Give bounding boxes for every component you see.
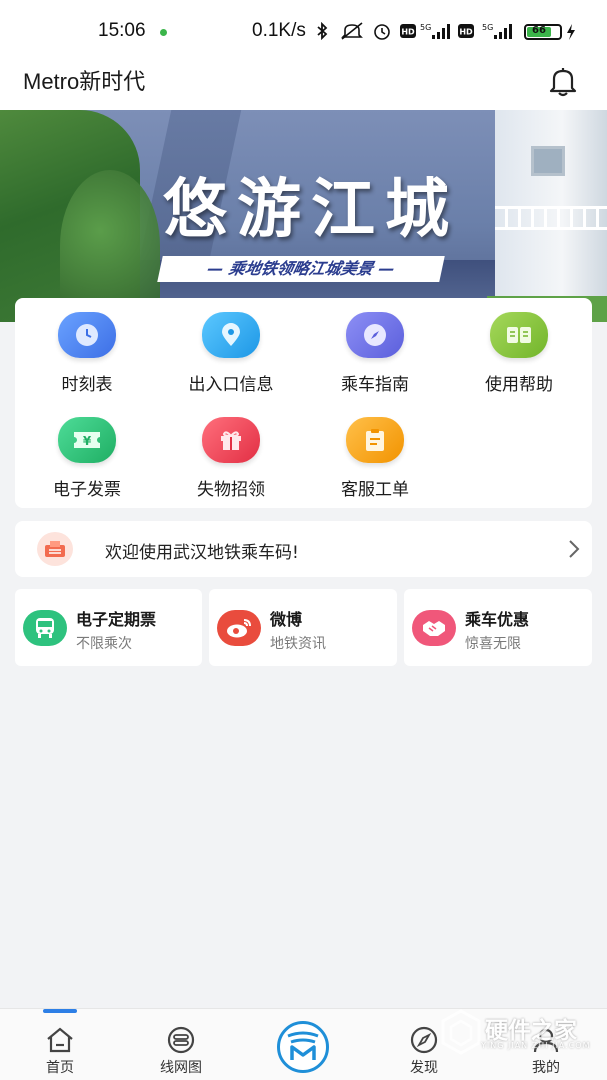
app-header: Metro新时代	[0, 56, 607, 110]
grid-item-ride-guide[interactable]: 乘车指南	[303, 300, 447, 400]
grid-label: 使用帮助	[485, 375, 553, 395]
watermark-text: 硬件之家	[485, 1018, 577, 1044]
hd-icon: HD	[400, 24, 416, 38]
tab-home[interactable]: 首页	[20, 1009, 100, 1080]
grid-item-help[interactable]: 使用帮助	[447, 300, 591, 400]
grid-item-timetable[interactable]: 时刻表	[15, 300, 159, 400]
watermark: 硬件之家 YING JIAN ZHI JIA.COM	[437, 1007, 607, 1057]
home-icon	[43, 1025, 77, 1055]
watermark-subtext: YING JIAN ZHI JIA.COM	[481, 1041, 591, 1050]
status-bar: 15:06 0.1K/s HD 5G HD 5G 66	[0, 0, 607, 56]
battery-level: 66	[532, 25, 546, 36]
svg-text:¥: ¥	[83, 434, 92, 448]
feature-title: 电子定期票	[76, 610, 157, 629]
grid-label: 客服工单	[341, 480, 409, 500]
handshake-icon	[412, 610, 456, 646]
grid-item-e-invoice[interactable]: ¥ 电子发票	[15, 405, 159, 505]
feature-subtitle: 地铁资讯	[270, 636, 326, 652]
feature-subtitle: 惊喜无限	[465, 636, 521, 652]
notification-dot	[160, 29, 167, 36]
tab-label: 发现	[410, 1060, 438, 1076]
app-title: Metro新时代	[23, 69, 146, 94]
metro-logo-icon	[287, 1031, 319, 1060]
hd-icon-2: HD	[458, 24, 474, 38]
metro-logo-button[interactable]	[277, 1021, 329, 1073]
grid-label: 失物招领	[197, 480, 265, 500]
grid-item-service-ticket[interactable]: 客服工单	[303, 405, 447, 505]
clipboard-icon	[346, 417, 404, 463]
alarm-icon	[374, 24, 390, 40]
grid-label: 出入口信息	[188, 375, 274, 395]
grid-label: 乘车指南	[341, 375, 409, 395]
notice-text: 欢迎使用武汉地铁乘车码!	[105, 543, 299, 563]
notice-bar[interactable]: 欢迎使用武汉地铁乘车码!	[15, 521, 592, 577]
mailbox-icon	[37, 532, 73, 566]
svg-text:5G: 5G	[420, 23, 431, 32]
feature-subtitle: 不限乘次	[76, 636, 132, 652]
gift-icon	[202, 417, 260, 463]
tab-label: 我的	[532, 1060, 560, 1076]
charging-icon	[567, 24, 575, 40]
grid-item-entrance-info[interactable]: 出入口信息	[159, 300, 303, 400]
compass-icon	[407, 1025, 441, 1055]
signal-5g-icon: 5G	[420, 23, 450, 39]
watermark-logo-icon	[441, 1009, 481, 1055]
bell-icon[interactable]	[546, 64, 580, 98]
grid-label: 时刻表	[61, 375, 113, 395]
feature-card-discount[interactable]: 乘车优惠 惊喜无限	[404, 589, 592, 666]
bus-icon	[23, 610, 67, 646]
svg-text:HD: HD	[401, 28, 415, 37]
ticket-yen-icon: ¥	[58, 417, 116, 463]
signal-5g-icon-2: 5G	[482, 23, 512, 39]
feature-title: 微博	[270, 610, 303, 629]
grid-item-lost-found[interactable]: 失物招领	[159, 405, 303, 505]
status-time: 15:06	[98, 20, 146, 41]
bluetooth-icon	[317, 22, 328, 40]
compass-icon	[346, 312, 404, 358]
network-speed: 0.1K/s	[252, 20, 306, 41]
banner-subtitle: — 乘地铁领略江城美景 —	[157, 256, 445, 282]
clock-icon	[58, 312, 116, 358]
grid-label: 电子发票	[53, 480, 121, 500]
feature-card-weibo[interactable]: 微博 地铁资讯	[209, 589, 397, 666]
promo-banner[interactable]: 悠游江城 — 乘地铁领略江城美景 —	[0, 110, 607, 322]
feature-card-period-ticket[interactable]: 电子定期票 不限乘次	[15, 589, 202, 666]
tab-label: 线网图	[160, 1060, 202, 1076]
location-pin-icon	[202, 312, 260, 358]
route-map-icon	[164, 1025, 198, 1055]
chevron-right-icon	[569, 540, 580, 558]
tab-label: 首页	[46, 1060, 74, 1076]
svg-text:HD: HD	[459, 28, 473, 37]
feature-title: 乘车优惠	[465, 610, 530, 629]
mute-icon	[341, 22, 363, 40]
weibo-icon	[217, 610, 261, 646]
quick-actions-card: 时刻表 出入口信息 乘车指南 使用帮助 ¥ 电子发票 失物招领 客服工单	[15, 298, 592, 508]
svg-text:5G: 5G	[482, 23, 493, 32]
banner-title: 悠游江城	[163, 172, 459, 247]
book-icon	[490, 312, 548, 358]
battery-icon: 66	[524, 24, 562, 40]
tab-route-map[interactable]: 线网图	[141, 1009, 221, 1080]
